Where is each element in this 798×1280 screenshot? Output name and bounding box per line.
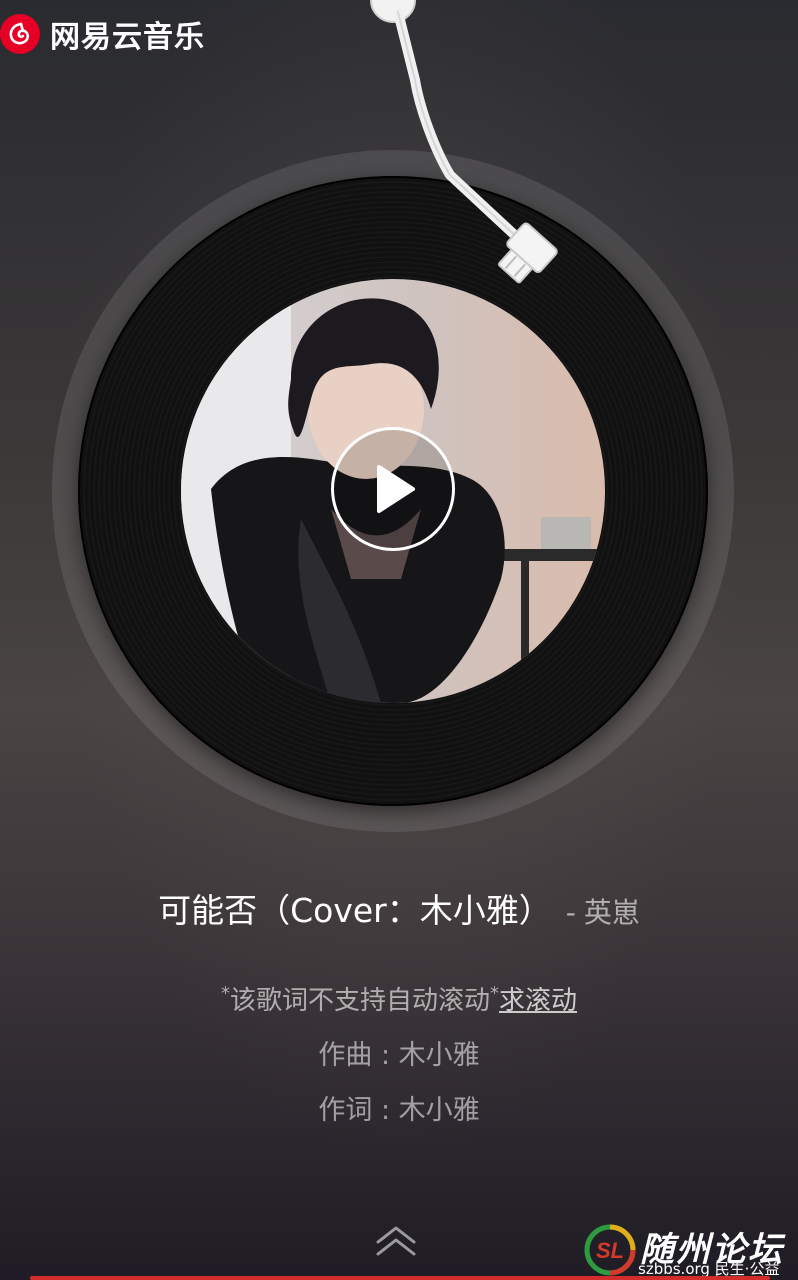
netease-music-logo-icon <box>0 14 40 54</box>
song-separator: - <box>565 896 576 929</box>
notice-star-right: * <box>490 983 499 1004</box>
forum-watermark: SL 随州论坛 szbbs.org 民生·公益 <box>584 1222 798 1280</box>
app-logo[interactable]: 网易云音乐 <box>0 12 205 56</box>
forum-logo-icon: SL <box>584 1224 636 1276</box>
lyricist-credit: 作词 : 木小雅 <box>318 1095 480 1126</box>
lyric-notice-text: 该歌词不支持自动滚动 <box>229 986 490 1016</box>
composer-credit: 作曲 : 木小雅 <box>318 1040 480 1071</box>
notice-star-left: * <box>220 983 230 1004</box>
request-scroll-link[interactable]: 求滚动 <box>499 986 577 1016</box>
play-icon <box>377 465 415 513</box>
song-artist[interactable]: 英崽 <box>584 896 640 929</box>
lyric-notice: *该歌词不支持自动滚动*求滚动 <box>0 980 798 1017</box>
app-name: 网易云音乐 <box>50 20 205 55</box>
tonearm-needle <box>370 0 558 284</box>
play-button[interactable] <box>331 427 455 551</box>
song-info: 可能否（Cover：木小雅） - 英崽 <box>0 884 798 932</box>
music-player-screen: 网易云音乐 可能否（Cover：木小雅） - 英崽 *该歌词不支持自动滚动*求滚… <box>0 0 798 1280</box>
svg-text:SL: SL <box>596 1238 624 1263</box>
bottom-accent-bar <box>30 1276 770 1280</box>
song-title: 可能否（Cover：木小雅） <box>158 891 552 930</box>
chevron-up-icon[interactable] <box>374 1222 418 1258</box>
